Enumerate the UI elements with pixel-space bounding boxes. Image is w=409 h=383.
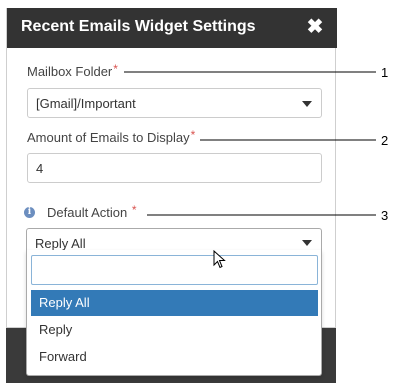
callout-lines — [124, 71, 376, 216]
callout-number-2: 2 — [381, 133, 389, 148]
callout-number-1: 1 — [381, 65, 389, 80]
callout-number-3: 3 — [381, 208, 389, 223]
screenshot-stage: Recent Emails Widget Settings ✖ Mailbox … — [0, 0, 409, 383]
